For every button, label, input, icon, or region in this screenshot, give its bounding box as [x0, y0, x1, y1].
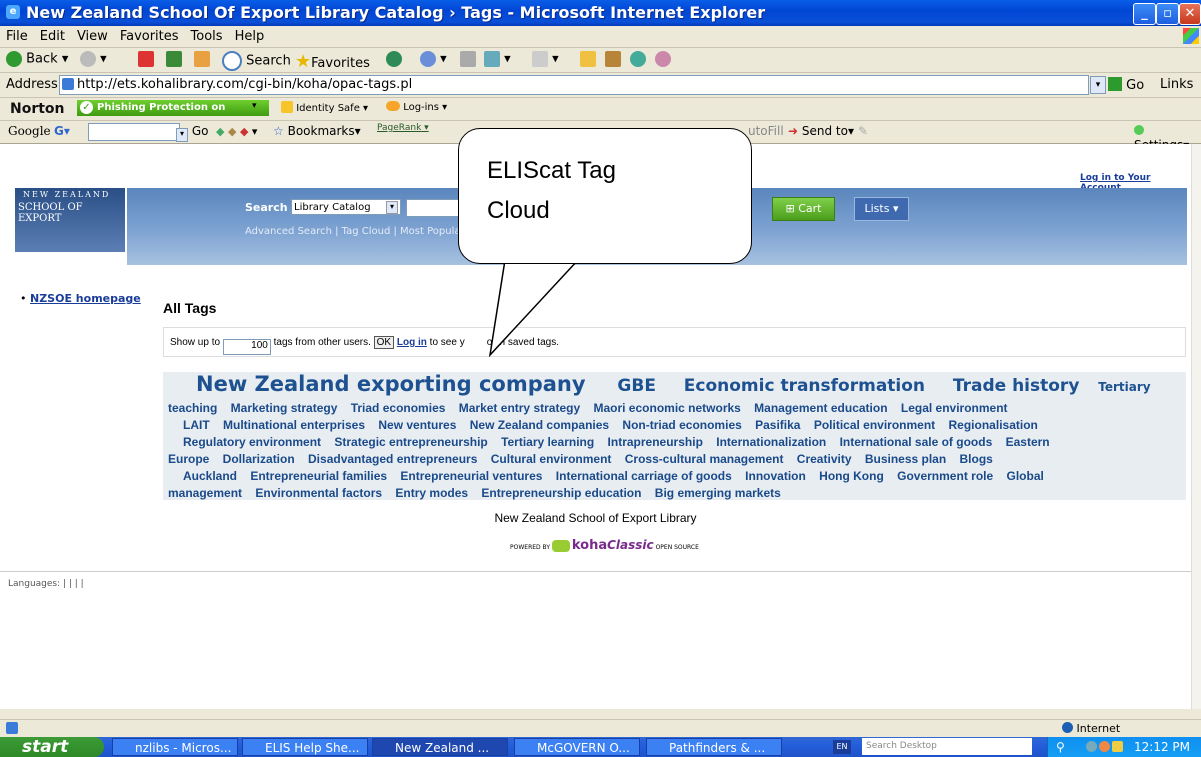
- language-indicator[interactable]: EN: [833, 740, 851, 754]
- callout-pointer-cover: [507, 258, 577, 262]
- status-bar: Internet: [0, 719, 1201, 738]
- clock: 12:12 PM: [1134, 740, 1190, 754]
- start-button[interactable]: start: [0, 737, 104, 757]
- antivirus-tray-icon[interactable]: [1099, 741, 1110, 752]
- search-desktop-input[interactable]: Search Desktop: [862, 738, 1032, 755]
- system-tray: ⚲ 12:12 PM: [1047, 737, 1201, 757]
- taskbar-item-mcgovern[interactable]: McGOVERN O...: [514, 738, 640, 756]
- taskbar-item-elis-help[interactable]: ELIS Help She...: [242, 738, 368, 756]
- network-tray-icon[interactable]: [1086, 741, 1097, 752]
- page-status-icon: [6, 722, 18, 734]
- globe-icon: [1062, 722, 1073, 733]
- taskbar-item-pathfinders[interactable]: Pathfinders & ...: [646, 738, 782, 756]
- alert-tray-icon[interactable]: [1112, 741, 1123, 752]
- taskbar-item-nzlibs[interactable]: nzlibs - Micros...: [112, 738, 238, 756]
- taskbar: start nzlibs - Micros... ELIS Help She..…: [0, 737, 1201, 757]
- taskbar-item-new-zealand[interactable]: New Zealand ...: [372, 738, 508, 756]
- search-tray-icon[interactable]: ⚲: [1056, 740, 1065, 754]
- internet-zone: Internet: [1062, 722, 1120, 735]
